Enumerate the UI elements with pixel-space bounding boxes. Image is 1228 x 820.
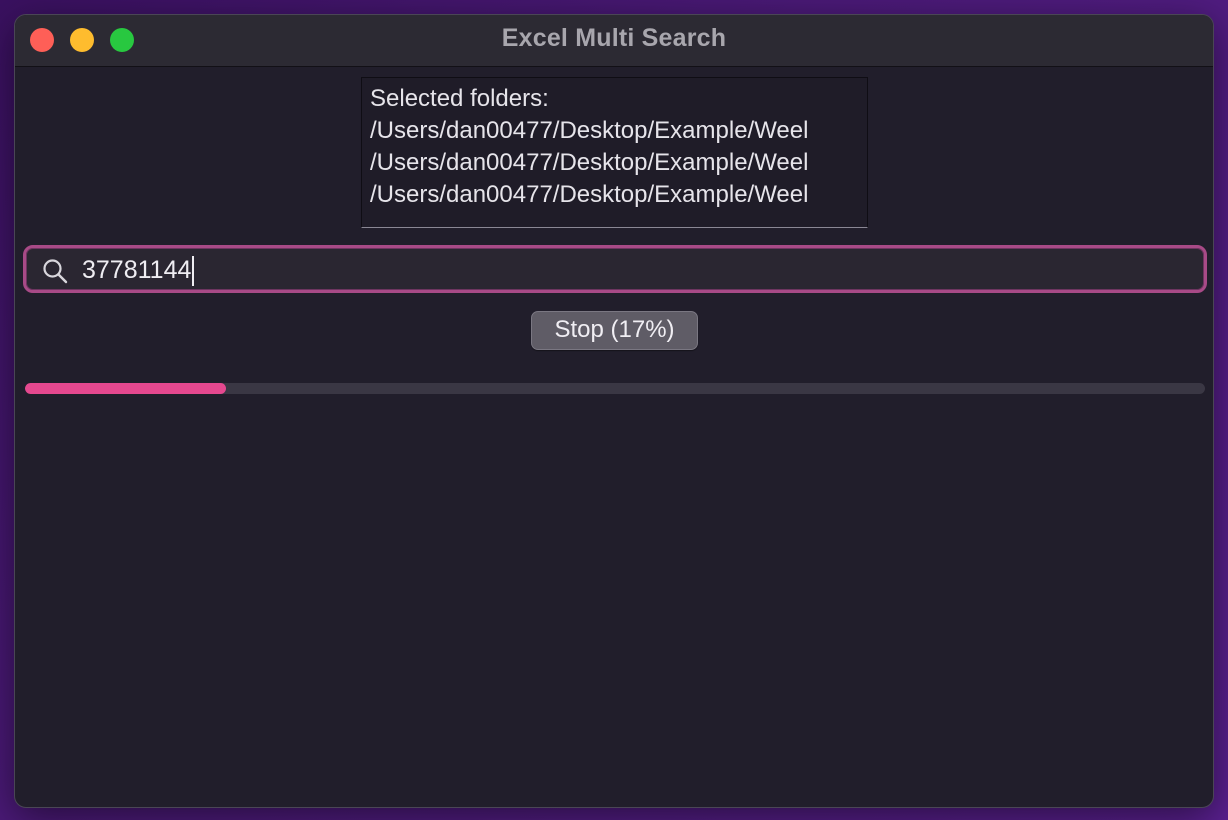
- app-window: Excel Multi Search Selected folders: /Us…: [14, 14, 1214, 808]
- selected-folders-heading: Selected folders:: [370, 85, 549, 112]
- folder-path: /Users/dan00477/Desktop/Example/Weel: [370, 149, 809, 176]
- search-input[interactable]: 37781144: [23, 245, 1207, 293]
- search-input-value: 37781144: [82, 253, 195, 287]
- title-bar[interactable]: Excel Multi Search: [15, 15, 1213, 67]
- progress-bar-fill: [25, 383, 226, 394]
- search-icon: [42, 258, 68, 284]
- text-cursor: [192, 256, 195, 287]
- stop-button[interactable]: Stop (17%): [531, 311, 698, 350]
- folder-path: /Users/dan00477/Desktop/Example/Weel: [370, 117, 809, 144]
- progress-bar: [25, 383, 1205, 394]
- folder-path: /Users/dan00477/Desktop/Example/Weel: [370, 181, 809, 208]
- window-title: Excel Multi Search: [501, 24, 727, 52]
- selected-folders-box[interactable]: Selected folders: /Users/dan00477/Deskto…: [361, 77, 868, 228]
